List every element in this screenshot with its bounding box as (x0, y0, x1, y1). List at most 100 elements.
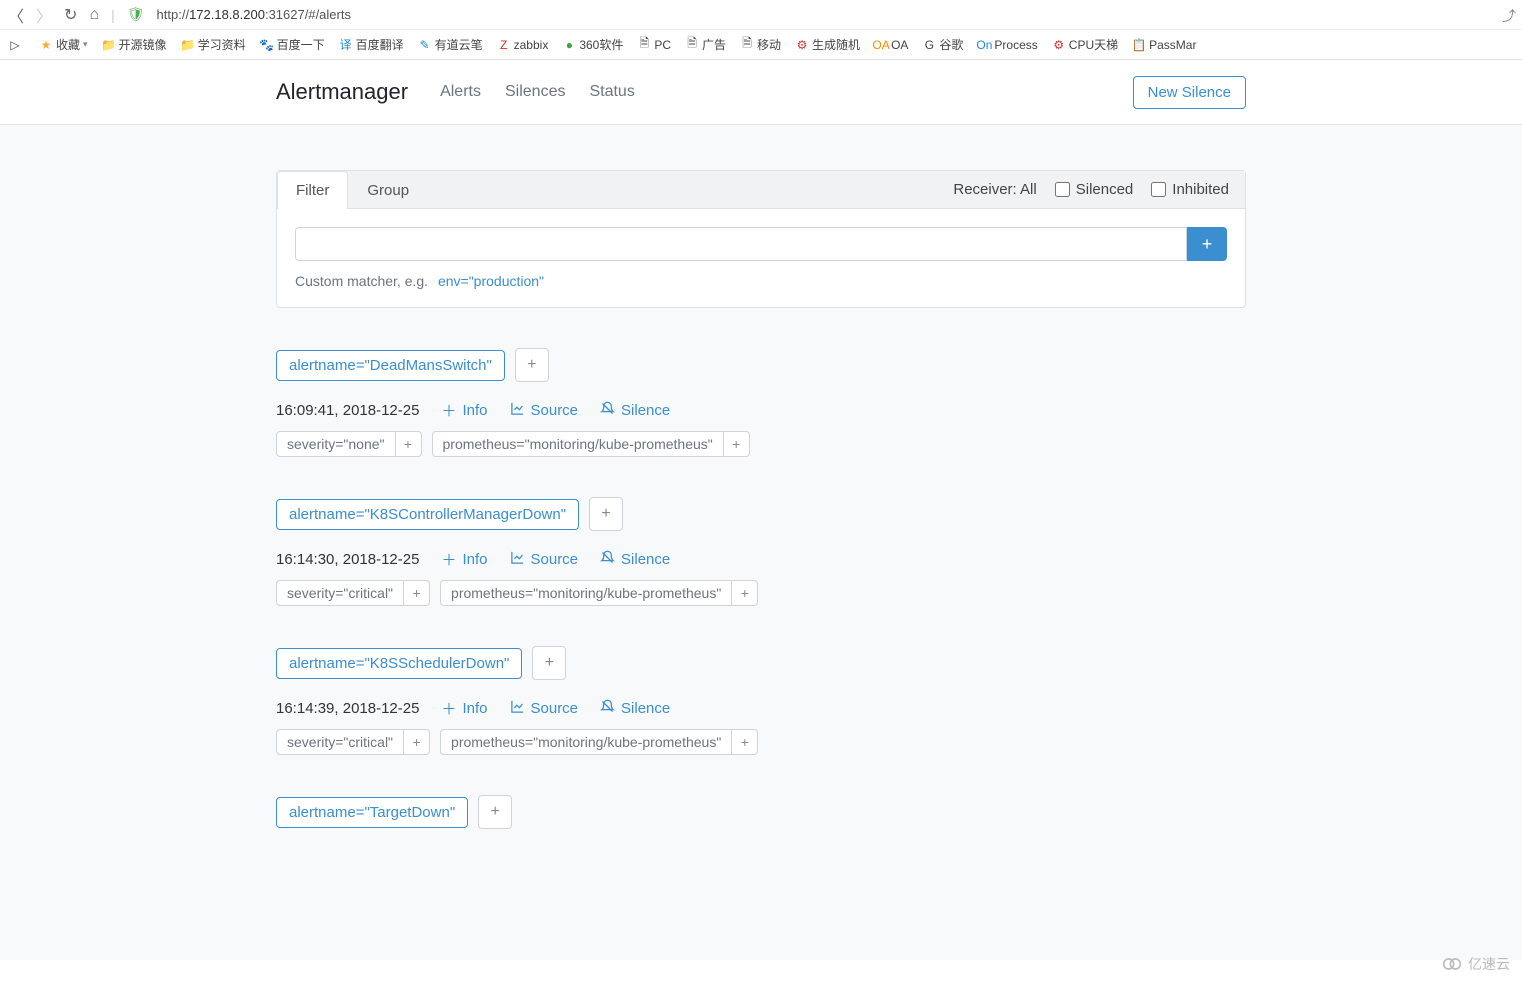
source-button[interactable]: Source (510, 699, 579, 718)
nav-silences[interactable]: Silences (493, 75, 577, 109)
bookmark-item[interactable]: 📁开源镜像 (102, 36, 167, 53)
bookmark-item[interactable]: OnProcess (977, 38, 1037, 52)
bookmark-item[interactable]: ⚙CPU天梯 (1052, 36, 1118, 53)
nav-alerts[interactable]: Alerts (428, 75, 493, 109)
filter-tabs: Filter Group Receiver: All Silenced Inhi… (277, 171, 1245, 209)
filter-input[interactable] (295, 227, 1187, 261)
back-icon[interactable]: 〈 (8, 3, 24, 27)
bookmark-icon: 🗎 (685, 38, 699, 52)
bookmark-item[interactable]: G谷歌 (922, 36, 963, 53)
silence-icon (600, 699, 615, 718)
silenced-checkbox[interactable]: Silenced (1055, 181, 1134, 198)
bookmark-item[interactable]: 🗎广告 (685, 36, 726, 53)
alertname-tag[interactable]: alertname="K8SControllerManagerDown" (276, 499, 579, 530)
expand-button[interactable]: + (478, 795, 512, 829)
info-button[interactable]: ＋Info (441, 698, 487, 719)
bookmark-item[interactable]: ▷ (8, 38, 25, 52)
home-icon[interactable]: ⌂ (89, 6, 99, 24)
alertname-tag[interactable]: alertname="DeadMansSwitch" (276, 350, 505, 381)
label-tag[interactable]: prometheus="monitoring/kube-prometheus" (440, 729, 732, 755)
bookmark-item[interactable]: 译百度翻译 (339, 36, 404, 53)
reload-icon[interactable]: ↻ (64, 5, 77, 25)
url-host: 172.18.8.200 (189, 7, 265, 22)
bookmark-icon: 📋 (1132, 38, 1146, 52)
bookmark-icon: 📁 (102, 38, 116, 52)
tab-group[interactable]: Group (348, 171, 428, 209)
bookmark-icon: ⚙ (1052, 38, 1066, 52)
browser-toolbar: 〈 〉 ↻ ⌂ | 🛡 http://172.18.8.200:31627/#/… (0, 0, 1522, 30)
add-label-button[interactable]: + (732, 729, 758, 755)
alert-group: alertname="K8SSchedulerDown" + 16:14:39,… (276, 646, 1246, 755)
alertname-tag[interactable]: alertname="TargetDown" (276, 797, 468, 828)
watermark: 亿速云 (1442, 954, 1510, 974)
info-button[interactable]: ＋Info (441, 549, 487, 570)
navbar: Alertmanager Alerts Silences Status New … (0, 60, 1522, 125)
bookmark-item[interactable]: 🗎移动 (740, 36, 781, 53)
forward-icon[interactable]: 〉 (36, 3, 52, 27)
alertname-tag[interactable]: alertname="K8SSchedulerDown" (276, 648, 522, 679)
label-tag[interactable]: severity="critical" (276, 729, 404, 755)
silence-button[interactable]: Silence (600, 550, 670, 569)
receiver-label[interactable]: Receiver: All (953, 181, 1036, 198)
bookmark-icon: ⚙ (795, 38, 809, 52)
silence-button[interactable]: Silence (600, 401, 670, 420)
alert-timestamp: 16:14:39, 2018-12-25 (276, 700, 419, 717)
expand-button[interactable]: + (589, 497, 623, 531)
bookmark-item[interactable]: 📋PassMar (1132, 38, 1196, 52)
source-button[interactable]: Source (510, 550, 579, 569)
bookmark-item[interactable]: ★收藏▾ (39, 36, 88, 53)
label-tag[interactable]: severity="none" (276, 431, 396, 457)
share-icon[interactable]: ⤴ (1502, 6, 1516, 26)
bookmarks-bar: ▷ ★收藏▾ 📁开源镜像 📁学习资料 🐾百度一下译百度翻译 ✎有道云笔 Zzabbix ●36… (0, 30, 1522, 60)
silence-button[interactable]: Silence (600, 699, 670, 718)
bookmark-item[interactable]: 🐾百度一下 (260, 36, 325, 53)
add-label-button[interactable]: + (404, 729, 430, 755)
silence-icon (600, 550, 615, 569)
filter-hint-example[interactable]: env="production" (438, 273, 544, 289)
label-tag[interactable]: severity="critical" (276, 580, 404, 606)
bookmark-icon: ✎ (418, 38, 432, 52)
alert-timestamp: 16:14:30, 2018-12-25 (276, 551, 419, 568)
info-button[interactable]: ＋Info (441, 400, 487, 421)
bookmark-item[interactable]: ⚙生成随机 (795, 36, 860, 53)
add-label-button[interactable]: + (396, 431, 422, 457)
bookmark-icon: ▷ (8, 38, 22, 52)
bookmark-item[interactable]: ✎有道云笔 (418, 36, 483, 53)
plus-icon: ＋ (441, 400, 456, 421)
label-tag[interactable]: prometheus="monitoring/kube-prometheus" (432, 431, 724, 457)
label-tag[interactable]: prometheus="monitoring/kube-prometheus" (440, 580, 732, 606)
expand-button[interactable]: + (532, 646, 566, 680)
bookmark-item[interactable]: 🗎PC (637, 38, 671, 52)
inhibited-checkbox[interactable]: Inhibited (1151, 181, 1229, 198)
bookmark-item[interactable]: 📁学习资料 (181, 36, 246, 53)
bookmark-icon: 译 (339, 38, 353, 52)
alert-group: alertname="DeadMansSwitch" + 16:09:41, 2… (276, 348, 1246, 457)
expand-button[interactable]: + (515, 348, 549, 382)
bookmark-icon: ★ (39, 38, 53, 52)
alert-group: alertname="K8SControllerManagerDown" + 1… (276, 497, 1246, 606)
address-bar[interactable]: http://172.18.8.200:31627/#/alerts (157, 7, 351, 22)
brand: Alertmanager (276, 79, 408, 105)
bookmark-icon: G (922, 38, 936, 52)
add-filter-button[interactable]: + (1187, 227, 1227, 261)
tab-filter[interactable]: Filter (277, 171, 348, 209)
nav-status[interactable]: Status (577, 75, 646, 109)
add-label-button[interactable]: + (724, 431, 750, 457)
bookmark-item[interactable]: Zzabbix (497, 38, 549, 52)
url-prefix: http:// (157, 7, 190, 22)
bookmark-icon: 🗎 (637, 38, 651, 52)
silence-icon (600, 401, 615, 420)
bookmark-icon: OA (874, 38, 888, 52)
url-suffix: :31627/#/alerts (265, 7, 351, 22)
source-button[interactable]: Source (510, 401, 579, 420)
chart-icon (510, 401, 525, 420)
add-label-button[interactable]: + (404, 580, 430, 606)
alert-timestamp: 16:09:41, 2018-12-25 (276, 402, 419, 419)
add-label-button[interactable]: + (732, 580, 758, 606)
new-silence-button[interactable]: New Silence (1133, 76, 1246, 109)
shield-icon: 🛡 (127, 6, 145, 23)
bookmark-item[interactable]: OAOA (874, 38, 908, 52)
bookmark-item[interactable]: ●360软件 (562, 36, 623, 53)
alert-group: alertname="TargetDown" + (276, 795, 1246, 829)
chart-icon (510, 550, 525, 569)
